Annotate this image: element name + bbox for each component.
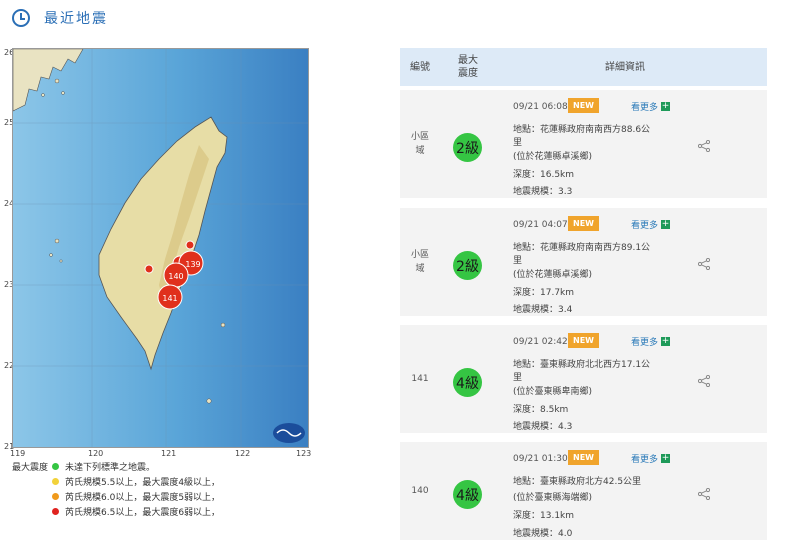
row-id: 140 — [411, 486, 429, 496]
row-id-line1: 小區 — [410, 250, 429, 260]
header-intensity: 最大 震度 — [448, 48, 488, 86]
yellow-dot-icon — [52, 478, 59, 485]
header-intensity-line2: 震度 — [458, 68, 478, 79]
legend-item: 芮氏規模6.0以上，最大震度5弱以上， — [52, 490, 220, 503]
marker-label-140: 140 — [168, 272, 183, 281]
see-more-link[interactable]: 看更多 + — [631, 100, 671, 113]
event-area: (位於花蓮縣卓溪鄉) — [513, 270, 593, 280]
legend-text: 芮氏規模5.5以上，最大震度4級以上， — [65, 478, 221, 488]
see-more-link[interactable]: 看更多 + — [631, 218, 671, 231]
event-depth: 深度：13.1km — [513, 511, 575, 521]
plus-icon: + — [661, 219, 671, 229]
intensity-badge: 2級 — [453, 251, 482, 280]
new-badge: NEW — [568, 216, 599, 231]
clock-icon — [12, 9, 30, 27]
event-location-cont: 里 — [513, 373, 523, 383]
event-time: 09/21 01:30 — [513, 454, 568, 464]
red-dot-icon — [52, 508, 59, 515]
event-area: (位於臺東縣海端鄉) — [513, 493, 593, 503]
green-dot-icon — [52, 463, 59, 470]
quake-marker-small[interactable] — [185, 240, 195, 250]
row-id: 小區 域 — [400, 208, 440, 316]
earthquake-map[interactable]: 139 140 141 — [12, 48, 309, 448]
table-row: 141 4級 09/21 02:42 NEW 看更多 + 地點：臺東縣政府北北西方… — [400, 325, 767, 433]
event-time: 09/21 04:07 — [513, 220, 568, 230]
event-magnitude: 地震規模：4.0 — [513, 529, 573, 539]
event-magnitude: 地震規模：3.4 — [513, 305, 573, 315]
event-area: (位於花蓮縣卓溪鄉) — [513, 152, 593, 162]
intensity-badge: 2級 — [453, 133, 482, 162]
event-time: 09/21 02:42 — [513, 337, 568, 347]
event-depth: 深度：8.5km — [513, 405, 569, 415]
share-icon[interactable] — [698, 375, 710, 387]
event-location: 地點：花蓮縣政府南南西方89.1公 — [513, 243, 651, 253]
map-lon-tick: 123 — [296, 449, 312, 458]
quake-marker-small[interactable] — [144, 264, 154, 274]
event-area: (位於臺東縣卑南鄉) — [513, 387, 593, 397]
table-row: 小區 域 2級 09/21 06:08 NEW 看更多 + 地點：花蓮縣政府南南西… — [400, 90, 767, 198]
row-id: 小區 域 — [400, 90, 440, 198]
see-more-label: 看更多 — [631, 221, 659, 231]
row-id-line1: 小區 — [410, 132, 429, 142]
plus-icon: + — [661, 336, 671, 346]
see-more-link[interactable]: 看更多 + — [631, 452, 671, 465]
share-icon[interactable] — [698, 140, 710, 152]
header-id: 編號 — [410, 61, 430, 73]
event-magnitude: 地震規模：3.3 — [513, 187, 573, 197]
row-id-line2: 域 — [415, 146, 425, 156]
legend-text: 芮氏規模6.0以上，最大震度5弱以上， — [65, 493, 221, 503]
table-header: 編號 最大 震度 詳細資訊 — [400, 48, 767, 86]
event-time: 09/21 06:08 — [513, 102, 568, 112]
cwb-logo — [273, 423, 305, 443]
marker-label-141: 141 — [162, 294, 177, 303]
event-location-cont: 里 — [513, 256, 523, 266]
earthquake-table: 編號 最大 震度 詳細資訊 小區 域 2級 09/21 06:08 NEW 看更… — [400, 48, 767, 540]
marker-label-139: 139 — [185, 260, 200, 269]
legend-item: 芮氏規模5.5以上，最大震度4級以上， — [52, 475, 220, 488]
share-icon[interactable] — [698, 258, 710, 270]
new-badge: NEW — [568, 98, 599, 113]
see-more-label: 看更多 — [631, 338, 659, 348]
legend-text: 芮氏規模6.5以上，最大震度6弱以上， — [65, 508, 221, 518]
table-row: 小區 域 2級 09/21 04:07 NEW 看更多 + 地點：花蓮縣政府南南西… — [400, 208, 767, 316]
see-more-label: 看更多 — [631, 455, 659, 465]
share-icon[interactable] — [698, 488, 710, 500]
event-depth: 深度：16.5km — [513, 170, 575, 180]
section-header: 最近地震 — [12, 6, 108, 30]
header-intensity-line1: 最大 — [458, 55, 478, 66]
new-badge: NEW — [568, 333, 599, 348]
row-id: 141 — [411, 374, 429, 384]
header-details: 詳細資訊 — [605, 61, 645, 73]
event-depth: 深度：17.7km — [513, 288, 575, 298]
event-location: 地點：花蓮縣政府南南西方88.6公 — [513, 125, 651, 135]
event-magnitude: 地震規模：4.3 — [513, 422, 573, 432]
intensity-badge: 4級 — [453, 480, 482, 509]
plus-icon: + — [661, 101, 671, 111]
map-lon-tick: 122 — [235, 449, 251, 458]
map-graphic: 139 140 141 — [13, 49, 308, 447]
row-id-line2: 域 — [415, 264, 425, 274]
plus-icon: + — [661, 453, 671, 463]
orange-dot-icon — [52, 493, 59, 500]
section-title: 最近地震 — [44, 11, 108, 27]
new-badge: NEW — [568, 450, 599, 465]
event-location: 地點：臺東縣政府北北西方17.1公 — [513, 360, 651, 370]
event-location-cont: 里 — [513, 138, 523, 148]
legend-text: 未達下列標準之地震。 — [65, 463, 156, 473]
event-location: 地點：臺東縣政府北方42.5公里 — [513, 477, 642, 487]
map-lon-tick: 120 — [88, 449, 104, 458]
see-more-label: 看更多 — [631, 103, 659, 113]
see-more-link[interactable]: 看更多 + — [631, 335, 671, 348]
map-lon-tick: 119 — [10, 449, 26, 458]
legend-item: 未達下列標準之地震。 — [52, 460, 155, 473]
legend-item: 芮氏規模6.5以上，最大震度6弱以上， — [52, 505, 220, 518]
map-lon-tick: 121 — [161, 449, 177, 458]
legend-title: 最大震度 — [12, 463, 49, 473]
intensity-badge: 4級 — [453, 368, 482, 397]
table-row: 140 4級 09/21 01:30 NEW 看更多 + 地點：臺東縣政府北方42… — [400, 442, 767, 540]
